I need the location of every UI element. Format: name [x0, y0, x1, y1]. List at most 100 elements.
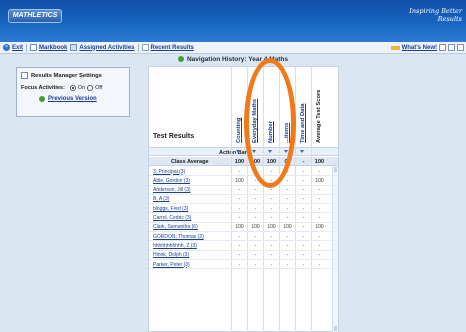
exit-button[interactable]: × Exit	[3, 44, 23, 51]
score-cell: -	[318, 252, 321, 259]
table-row: GORDON, Thomas (3) - - - - - -	[149, 232, 338, 242]
class-average-value: 100	[234, 158, 245, 165]
score-cell: -	[270, 196, 273, 203]
score-cell: -	[254, 261, 257, 268]
action-arrow-icon[interactable]	[300, 150, 304, 153]
score-cell: -	[238, 205, 241, 212]
student-name-link[interactable]: Parker, Peter (3)	[153, 262, 190, 268]
column-header[interactable]: Time and Data	[295, 67, 311, 147]
settings-icon	[21, 72, 28, 79]
score-cell: 100	[283, 224, 292, 231]
focus-activities-row: Focus Activities: On Off	[21, 85, 125, 91]
focus-off-radio[interactable]	[87, 85, 94, 91]
score-cell: -	[318, 215, 321, 221]
assigned-activities-icon	[70, 44, 78, 51]
score-cell: -	[318, 261, 321, 268]
column-header-label[interactable]: Time and Data	[300, 103, 306, 143]
table-row: B, A (3) - - - - - -	[149, 195, 338, 205]
previous-version-icon	[39, 96, 45, 102]
score-cell: -	[286, 187, 289, 194]
score-cell: -	[238, 168, 241, 175]
table-row: Carrol, Cedric (3) - - - - - -	[149, 214, 338, 223]
score-cell: -	[286, 233, 289, 240]
student-name-link[interactable]: Clark, Samantha (6)	[153, 224, 198, 230]
print-icon[interactable]	[448, 44, 455, 51]
score-cell: -	[238, 187, 241, 194]
assigned-activities-link[interactable]: Assigned Activities	[79, 45, 134, 51]
score-cell: -	[302, 261, 305, 268]
action-bar: Action Bar	[149, 147, 338, 156]
table-row: Anderson, Jill (3) - - - - - -	[149, 186, 338, 195]
class-average-value: -	[302, 158, 305, 165]
class-average-label: Class Average	[171, 158, 209, 165]
column-header: Average Test Score	[311, 67, 327, 147]
previous-version-link[interactable]: Previous Version	[48, 96, 97, 102]
help-icon[interactable]	[439, 44, 446, 51]
score-cell: -	[302, 215, 305, 221]
markbook-link[interactable]: Markbook	[39, 45, 67, 51]
score-cell: -	[270, 205, 273, 212]
score-cell: -	[270, 252, 273, 259]
recent-results-link[interactable]: Recent Results	[151, 45, 194, 51]
table-row: Parker, Peter (3) - - - - - -	[149, 260, 338, 270]
toolbar: × Exit Markbook Assigned Activities Rece…	[0, 42, 466, 54]
markbook-icon	[30, 44, 38, 51]
table-row: 3, Principal (3) - - - - - -	[149, 167, 338, 177]
exit-link[interactable]: Exit	[12, 45, 23, 51]
markbook-button[interactable]: Markbook	[30, 44, 67, 51]
navigation-icon	[177, 56, 184, 63]
score-cell: -	[318, 187, 321, 194]
student-name-link[interactable]: B, A (3)	[153, 196, 169, 202]
previous-version-row: Previous Version	[39, 96, 125, 102]
score-cell: -	[302, 252, 305, 259]
results-table-title: Test Results	[153, 133, 195, 140]
student-name-link[interactable]: 3, Principal (3)	[153, 169, 185, 175]
scroll-down-arrow[interactable]	[334, 326, 337, 331]
score-cell: -	[238, 242, 241, 249]
focus-on-label: On	[77, 85, 86, 91]
recent-results-button[interactable]: Recent Results	[141, 44, 194, 51]
assigned-activities-button[interactable]: Assigned Activities	[70, 44, 135, 51]
score-cell: -	[238, 261, 241, 268]
orange-highlight-annotation	[244, 58, 296, 188]
settings-panel: Results Manager Settings Focus Activitie…	[16, 67, 130, 117]
header-banner: MATHLETICS Inspiring Better Results	[0, 0, 466, 42]
score-cell: 100	[235, 177, 244, 184]
student-name-link[interactable]: Anderson, Jill (3)	[153, 187, 191, 193]
student-name-link[interactable]: Able, Gordon (3)	[153, 178, 190, 184]
score-cell: -	[302, 205, 305, 212]
student-name-link[interactable]: Hinnk, Dolph (3)	[153, 252, 189, 258]
column-header-label: Average Test Score	[316, 89, 322, 144]
student-name-link[interactable]: Carrol, Cedric (3)	[153, 215, 191, 221]
score-cell: 100	[315, 177, 324, 184]
focus-on-radio[interactable]	[69, 85, 76, 91]
class-average-row: Class Average 100 100 100 00-100	[149, 157, 338, 166]
recent-results-icon	[141, 44, 149, 51]
table-row: Clark, Samantha (6) 100 100 100 100 - 100	[149, 223, 338, 233]
divider	[137, 43, 139, 52]
score-cell: -	[318, 233, 321, 240]
score-cell: -	[302, 168, 305, 175]
whats-new-link[interactable]: What's New!	[402, 45, 437, 51]
score-cell: -	[238, 233, 241, 240]
search-icon[interactable]	[457, 44, 464, 51]
action-arrow-icon[interactable]	[236, 150, 240, 153]
student-name-link[interactable]: bloggs, Fred (3)	[153, 206, 188, 212]
score-cell: 100	[251, 224, 260, 231]
student-name-link[interactable]: hhhhhhhhhhh, Z (3)	[153, 243, 197, 249]
score-cell: -	[254, 187, 257, 194]
score-cell: -	[270, 215, 273, 221]
score-cell: -	[302, 177, 305, 184]
column-header-label[interactable]: Counting	[236, 118, 242, 143]
whats-new-button[interactable]: What's New!	[402, 45, 437, 51]
score-cell: -	[286, 196, 289, 203]
tagline: Inspiring Better Results	[409, 7, 462, 23]
score-cell: -	[286, 252, 289, 259]
class-average-value: 100	[314, 158, 325, 165]
student-name-link[interactable]: GORDON, Thomas (3)	[153, 234, 204, 240]
score-cell: 100	[235, 224, 244, 231]
score-cell: -	[238, 215, 241, 221]
table-row: Hinnk, Dolph (3) - - - - - -	[149, 251, 338, 260]
mathletics-logo: MATHLETICS	[8, 9, 62, 23]
score-cell: -	[286, 215, 289, 221]
